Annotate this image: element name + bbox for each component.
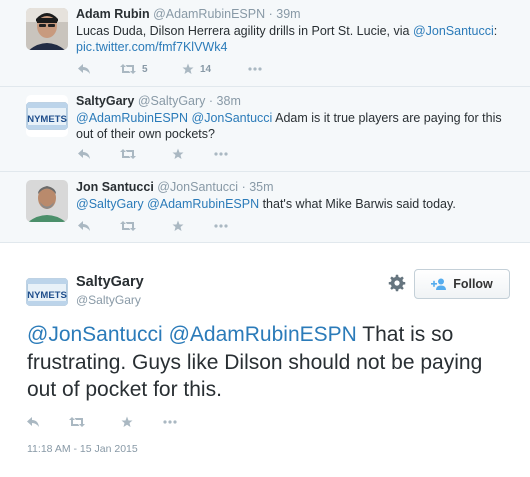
gear-icon[interactable] bbox=[388, 274, 406, 292]
tweet-time[interactable]: · 38m bbox=[209, 94, 241, 108]
tweet-text-segment: : bbox=[493, 24, 498, 38]
tweet-text: Lucas Duda, Dilson Herrera agility drill… bbox=[76, 23, 516, 55]
tweet-actions bbox=[78, 147, 228, 161]
star-icon bbox=[182, 63, 194, 75]
tweet-header: SaltyGary @SaltyGary · 38m bbox=[76, 94, 241, 108]
nymets-plate-text: NYMETS bbox=[27, 114, 67, 125]
tweet-actions: 5 14 bbox=[78, 62, 262, 76]
mention-link[interactable]: @SaltyGary bbox=[76, 197, 144, 211]
tweet-actions bbox=[78, 219, 228, 233]
mention-link[interactable]: @JonSantucci bbox=[413, 24, 494, 38]
avatar[interactable] bbox=[26, 8, 68, 50]
retweet-icon[interactable] bbox=[69, 417, 121, 427]
mention-link[interactable]: @AdamRubinESPN bbox=[76, 111, 188, 125]
star-icon[interactable] bbox=[121, 416, 163, 428]
avatar[interactable]: NYMETS bbox=[26, 271, 68, 313]
reply-icon[interactable] bbox=[78, 221, 120, 231]
more-icon[interactable] bbox=[214, 224, 228, 228]
avatar[interactable] bbox=[26, 180, 68, 222]
retweet-icon[interactable] bbox=[120, 149, 172, 159]
mention-link[interactable]: @JonSantucci bbox=[27, 323, 163, 346]
author-handle[interactable]: @AdamRubinESPN bbox=[153, 7, 265, 21]
reply-icon[interactable] bbox=[78, 149, 120, 159]
more-icon[interactable] bbox=[214, 152, 228, 156]
author-name[interactable]: Jon Santucci bbox=[76, 180, 154, 194]
tweet-text: @JonSantucci @AdamRubinESPN That is so f… bbox=[27, 321, 517, 404]
tweet-salty-gary[interactable]: NYMETS SaltyGary @SaltyGary · 38m @AdamR… bbox=[0, 87, 530, 172]
author-handle[interactable]: @JonSantucci bbox=[157, 180, 238, 194]
tweet-time[interactable]: · 39m bbox=[269, 7, 301, 21]
author-name[interactable]: SaltyGary bbox=[76, 94, 134, 108]
focused-tweet: NYMETS SaltyGary @SaltyGary Follow @JonS… bbox=[0, 242, 530, 477]
tweet-timestamp[interactable]: 11:18 AM - 15 Jan 2015 bbox=[27, 443, 138, 455]
retweet-icon[interactable] bbox=[120, 221, 172, 231]
author-name[interactable]: SaltyGary bbox=[76, 274, 144, 290]
mention-link[interactable]: @JonSantucci bbox=[192, 111, 273, 125]
tweet-text: @AdamRubinESPN @JonSantucci Adam is it t… bbox=[76, 110, 516, 142]
tweet-header: Adam Rubin @AdamRubinESPN · 39m bbox=[76, 7, 301, 21]
star-icon[interactable] bbox=[172, 220, 214, 232]
more-icon[interactable] bbox=[248, 67, 262, 71]
nymets-plate-text: NYMETS bbox=[27, 290, 67, 301]
favorite-count: 14 bbox=[200, 63, 212, 75]
pic-link[interactable]: pic.twitter.com/fmf7KlVWk4 bbox=[76, 40, 227, 54]
author-handle[interactable]: @SaltyGary bbox=[76, 293, 141, 307]
conversation-thread: Adam Rubin @AdamRubinESPN · 39m Lucas Du… bbox=[0, 0, 530, 242]
follow-button[interactable]: Follow bbox=[414, 269, 510, 299]
author-name[interactable]: Adam Rubin bbox=[76, 7, 150, 21]
follow-label: Follow bbox=[453, 277, 493, 291]
tweet-text-segment: Lucas Duda, Dilson Herrera agility drill… bbox=[76, 24, 413, 38]
tweet-text: @SaltyGary @AdamRubinESPN that's what Mi… bbox=[76, 196, 516, 212]
follow-person-icon bbox=[431, 278, 447, 290]
more-icon[interactable] bbox=[163, 420, 177, 424]
retweet-count: 5 bbox=[142, 63, 148, 75]
avatar[interactable]: NYMETS bbox=[26, 95, 68, 137]
retweet-button[interactable]: 5 bbox=[120, 64, 182, 75]
tweet-actions bbox=[27, 415, 177, 429]
favorite-button[interactable]: 14 bbox=[182, 63, 248, 75]
author-handle[interactable]: @SaltyGary bbox=[138, 94, 206, 108]
tweet-jon-santucci[interactable]: Jon Santucci @JonSantucci · 35m @SaltyGa… bbox=[0, 172, 530, 242]
star-icon[interactable] bbox=[172, 148, 214, 160]
mention-link[interactable]: @AdamRubinESPN bbox=[169, 323, 357, 346]
mention-link[interactable]: @AdamRubinESPN bbox=[147, 197, 259, 211]
tweet-time[interactable]: · 35m bbox=[242, 180, 274, 194]
tweet-text-segment: that's what Mike Barwis said today. bbox=[259, 197, 456, 211]
retweet-icon bbox=[120, 64, 136, 74]
tweet-header: Jon Santucci @JonSantucci · 35m bbox=[76, 180, 274, 194]
reply-icon[interactable] bbox=[27, 417, 69, 427]
tweet-adam-rubin[interactable]: Adam Rubin @AdamRubinESPN · 39m Lucas Du… bbox=[0, 0, 530, 87]
reply-icon[interactable] bbox=[78, 64, 120, 74]
